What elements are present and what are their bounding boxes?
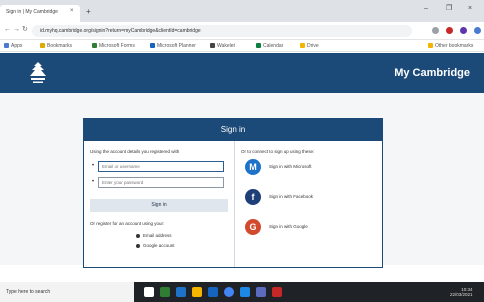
address-bar: ← → ↻ id.myhq.cambridge.org/signin?retur… <box>0 22 484 40</box>
bookmarks-bar: Apps Bookmarks Microsoft Forms Microsoft… <box>0 40 484 52</box>
signin-button[interactable]: Sign in <box>90 199 228 212</box>
site-header: My Cambridge <box>0 53 484 93</box>
back-icon[interactable]: ← <box>4 26 11 34</box>
taskbar: Type here to search 10:34 22/03/2021 <box>0 282 484 302</box>
bookmark-icon <box>150 43 155 49</box>
bookmark-icon <box>210 43 215 49</box>
username-field[interactable] <box>98 161 224 172</box>
bookmark-item[interactable]: Calendar <box>256 43 283 49</box>
app-icon[interactable] <box>272 287 282 297</box>
teams-icon[interactable] <box>256 287 266 297</box>
password-field[interactable] <box>98 177 224 188</box>
extension-icon[interactable] <box>460 27 467 34</box>
tab-strip: Sign in | My Cambridge × + – ❐ × <box>0 0 484 22</box>
register-email-option[interactable]: Email address <box>136 233 172 238</box>
bookmark-item[interactable]: Microsoft Planner <box>150 43 196 49</box>
social-pane: Or to connect to sign up using these: M … <box>235 141 382 267</box>
window-close-icon[interactable]: × <box>468 5 472 13</box>
radio-icon <box>136 233 140 238</box>
chrome-icon[interactable] <box>224 287 234 297</box>
edge-icon[interactable] <box>176 287 186 297</box>
close-tab-icon[interactable]: × <box>70 8 74 14</box>
browser-tab[interactable]: Sign in | My Cambridge × <box>0 5 80 22</box>
provider-label: Sign in with Facebook <box>269 194 314 199</box>
required-marker: • <box>92 179 95 185</box>
credentials-heading: Using the account details you registered… <box>90 149 180 154</box>
bookmark-item[interactable]: Other bookmarks <box>428 43 473 49</box>
provider-label: Sign in with Microsoft <box>269 164 312 169</box>
signin-microsoft-button[interactable]: M Sign in with Microsoft <box>245 159 375 177</box>
facebook-icon: f <box>245 189 261 205</box>
file-explorer-icon[interactable] <box>192 287 202 297</box>
bookmark-item[interactable]: Microsoft Forms <box>92 43 135 49</box>
social-heading: Or to connect to sign up using these: <box>241 149 315 154</box>
bookmark-icon <box>92 43 97 49</box>
radio-icon <box>136 243 140 248</box>
restore-icon[interactable]: ❐ <box>446 5 452 13</box>
google-icon: G <box>245 219 261 235</box>
register-text: Or register for an account using your: <box>90 221 165 226</box>
url-field[interactable]: id.myhq.cambridge.org/signin?return=myCa… <box>32 25 412 37</box>
bookmark-item[interactable]: Apps <box>4 43 22 49</box>
microsoft-icon: M <box>245 159 261 175</box>
star-icon[interactable] <box>432 27 439 34</box>
clock[interactable]: 10:34 22/03/2021 <box>450 287 473 297</box>
tab-title: Sign in | My Cambridge <box>6 9 58 15</box>
cambridge-logo[interactable] <box>28 61 48 85</box>
bookmark-item[interactable]: Bookmarks <box>40 43 72 49</box>
required-marker: • <box>92 163 95 169</box>
bookmark-icon <box>300 43 305 49</box>
brand-title: My Cambridge <box>394 67 470 79</box>
bookmark-item[interactable]: Drive <box>300 43 319 49</box>
bookmark-icon <box>40 43 45 49</box>
signin-facebook-button[interactable]: f Sign in with Facebook <box>245 189 375 207</box>
bookmark-icon <box>4 43 9 49</box>
signin-google-button[interactable]: G Sign in with Google <box>245 219 375 237</box>
reload-icon[interactable]: ↻ <box>22 26 28 34</box>
taskbar-search-placeholder: Type here to search <box>6 289 51 295</box>
card-title: Sign in <box>220 125 246 134</box>
new-tab-icon[interactable]: + <box>86 8 91 16</box>
provider-label: Sign in with Google <box>269 224 308 229</box>
url-text: id.myhq.cambridge.org/signin?return=myCa… <box>40 28 201 34</box>
app-icon[interactable] <box>160 287 170 297</box>
register-google-option[interactable]: Google account <box>136 243 175 248</box>
extension-icon[interactable] <box>446 27 453 34</box>
signin-card: Sign in Using the account details you re… <box>83 118 383 268</box>
minimize-icon[interactable]: – <box>424 5 428 13</box>
profile-avatar-icon[interactable] <box>474 27 481 34</box>
bookmark-icon <box>428 43 433 49</box>
taskbar-search[interactable]: Type here to search <box>0 282 134 302</box>
bookmark-icon <box>256 43 261 49</box>
credentials-pane: Using the account details you registered… <box>84 141 234 267</box>
task-view-icon[interactable] <box>144 287 154 297</box>
forward-icon[interactable]: → <box>13 26 20 34</box>
card-header: Sign in <box>84 119 382 141</box>
bookmark-item[interactable]: Wakelet <box>210 43 235 49</box>
store-icon[interactable] <box>208 287 218 297</box>
outlook-icon[interactable] <box>240 287 250 297</box>
